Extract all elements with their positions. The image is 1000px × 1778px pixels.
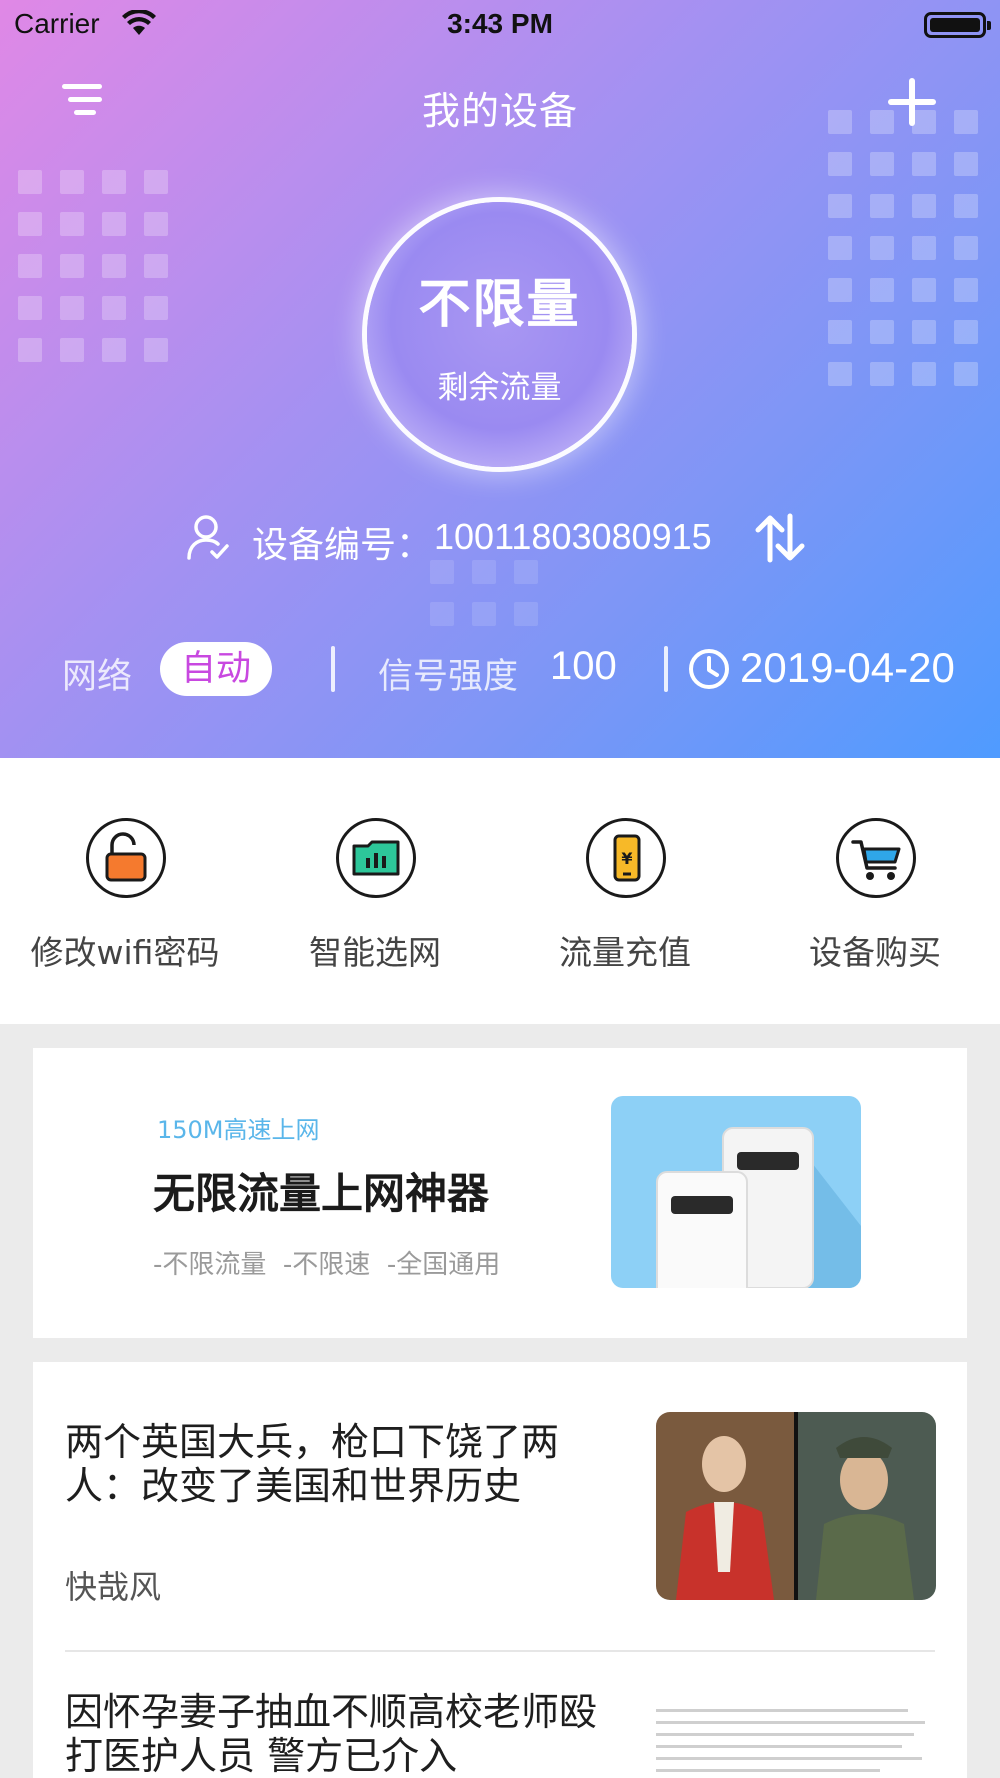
banner-title: 无限流量上网神器 [153, 1169, 490, 1218]
news-title: 因怀孕妻子抽血不顺高校老师殴打医护人员 警方已介入 [65, 1690, 598, 1778]
device-number-row: 设备编号： 10011803080915 [0, 508, 1000, 568]
plus-icon[interactable] [888, 78, 936, 126]
banner-subtitle: -不限流量 -不限速 -全国通用 [153, 1250, 501, 1280]
signal-strength-value: 100 [550, 644, 617, 688]
action-change-wifi-password[interactable]: 修改wifi密码 [0, 818, 250, 978]
cart-icon [836, 818, 916, 898]
action-data-recharge[interactable]: ¥ 流量充值 [500, 818, 750, 978]
action-label: 流量充值 [559, 933, 691, 972]
quick-actions: 修改wifi密码 智能选网 ¥ 流量充值 设备购买 [0, 758, 1000, 1024]
news-thumbnail [656, 1700, 936, 1778]
nav-bar: 我的设备 [0, 60, 1000, 142]
remaining-data-value: 不限量 [418, 275, 581, 335]
status-time: 3:43 PM [447, 8, 553, 39]
divider [65, 1650, 935, 1652]
device-header: Carrier 3:43 PM 我的设备 不限量 剩余流量 设备编号： 1001… [0, 0, 1000, 758]
usage-circle: 不限量 剩余流量 [367, 202, 632, 467]
battery-full-icon [924, 12, 991, 38]
decorative-dot-grid [828, 110, 978, 386]
router-product-image [611, 1096, 861, 1288]
promo-banner[interactable]: 150M高速上网 无限流量上网神器 -不限流量 -不限速 -全国通用 [33, 1048, 967, 1338]
device-info-row: 网络 自动 信号强度 100 2019-04-20 [0, 638, 1000, 700]
page-title: 我的设备 [421, 89, 578, 133]
device-number-label: 设备编号： [252, 525, 433, 566]
clock-icon [689, 649, 729, 689]
folder-chart-icon [336, 818, 416, 898]
news-feed: 两个英国大兵，枪口下饶了两人：改变了美国和世界历史 快哉风 因怀孕妻子抽血不顺高… [33, 1362, 967, 1778]
decorative-dot-grid [18, 170, 168, 362]
device-number-value: 10011803080915 [434, 516, 712, 557]
svg-text:¥: ¥ [621, 849, 632, 868]
unlock-icon [86, 818, 166, 898]
action-buy-device[interactable]: 设备购买 [750, 818, 1000, 978]
action-smart-network[interactable]: 智能选网 [250, 818, 500, 978]
user-check-icon [187, 515, 229, 560]
action-label: 智能选网 [309, 933, 441, 972]
news-title: 两个英国大兵，枪口下饶了两人：改变了美国和世界历史 [65, 1420, 560, 1508]
action-label: 设备购买 [809, 933, 941, 972]
status-bar: Carrier 3:43 PM [0, 0, 1000, 50]
divider [664, 646, 668, 692]
decorative-dot-grid [430, 560, 538, 626]
banner-tag: 150M高速上网 [157, 1116, 320, 1144]
phone-yuan-icon: ¥ [586, 818, 666, 898]
expiry-date: 2019-04-20 [740, 644, 955, 691]
network-mode-badge[interactable]: 自动 [160, 642, 272, 696]
remaining-data-label: 剩余流量 [437, 370, 562, 406]
news-item[interactable]: 两个英国大兵，枪口下饶了两人：改变了美国和世界历史 快哉风 [33, 1362, 967, 1662]
signal-strength-label: 信号强度 [378, 657, 519, 697]
action-label: 修改wifi密码 [30, 933, 220, 972]
news-thumbnail [656, 1412, 936, 1600]
divider [331, 646, 335, 692]
news-source: 快哉风 [65, 1568, 162, 1606]
network-label: 网络 [62, 657, 133, 697]
swap-arrows-icon[interactable] [752, 510, 808, 566]
